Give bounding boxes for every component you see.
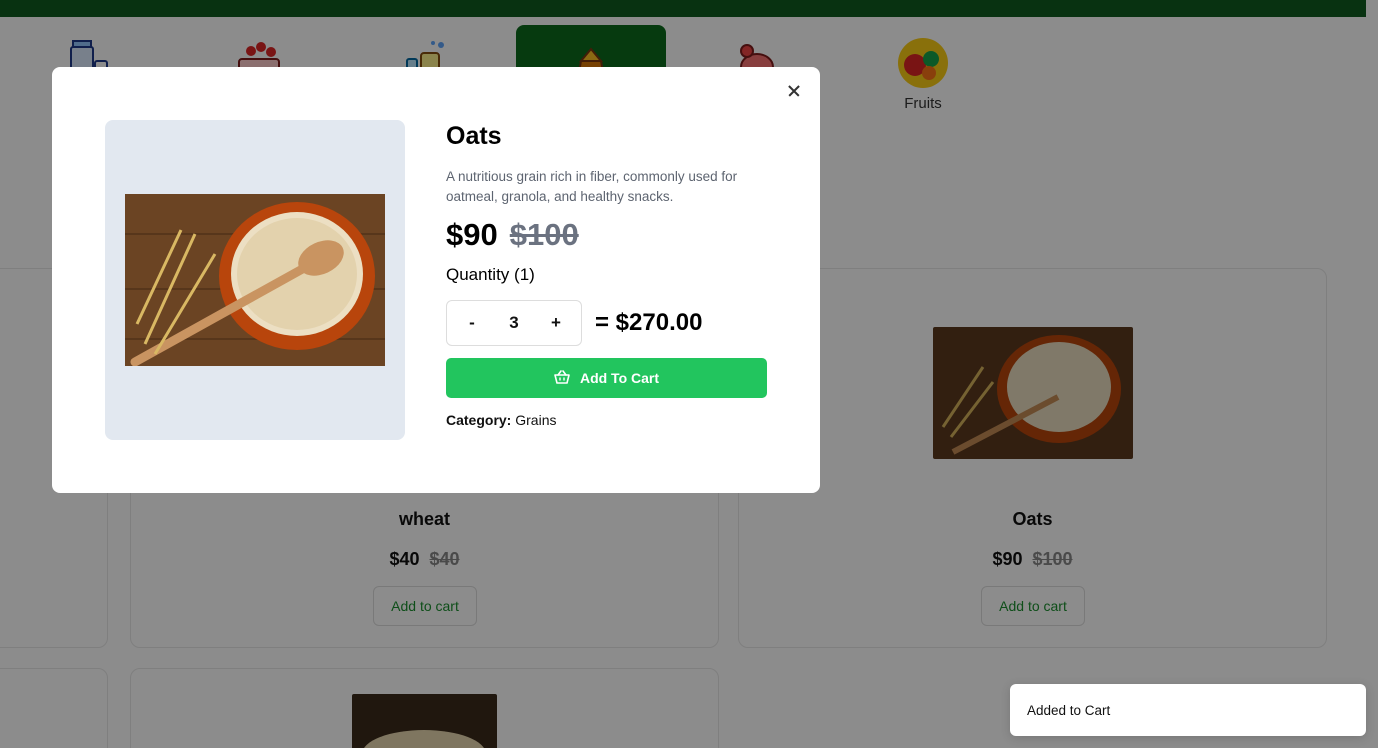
original-price: $100	[509, 217, 579, 252]
product-image-panel	[105, 120, 405, 440]
toast-message: Added to Cart	[1027, 703, 1111, 718]
product-details: Oats A nutritious grain rich in fiber, c…	[446, 122, 776, 428]
increment-button[interactable]: +	[549, 313, 563, 333]
category-label: Category:	[446, 412, 512, 428]
basket-icon	[554, 369, 570, 387]
product-modal: Oats A nutritious grain rich in fiber, c…	[52, 67, 820, 493]
product-title: Oats	[446, 122, 502, 150]
add-to-cart-label: Add To Cart	[579, 370, 660, 386]
total-price: = $270.00	[595, 309, 703, 336]
close-icon[interactable]	[784, 81, 804, 101]
add-to-cart-button[interactable]: Add To Cart	[446, 358, 767, 398]
quantity-row: - 3 + = $270.00	[446, 300, 776, 346]
current-price: $90	[446, 217, 498, 252]
price-row: $90 $100	[446, 217, 776, 253]
quantity-value: 3	[509, 313, 519, 332]
toast-notification: Added to Cart	[1010, 684, 1366, 736]
category-value: Grains	[515, 412, 557, 428]
product-image	[125, 194, 385, 366]
decrement-button[interactable]: -	[465, 313, 479, 333]
quantity-stepper: - 3 +	[446, 300, 582, 346]
quantity-label: Quantity (1)	[446, 265, 535, 284]
product-category: Category: Grains	[446, 412, 776, 428]
product-description: A nutritious grain rich in fiber, common…	[446, 169, 738, 204]
